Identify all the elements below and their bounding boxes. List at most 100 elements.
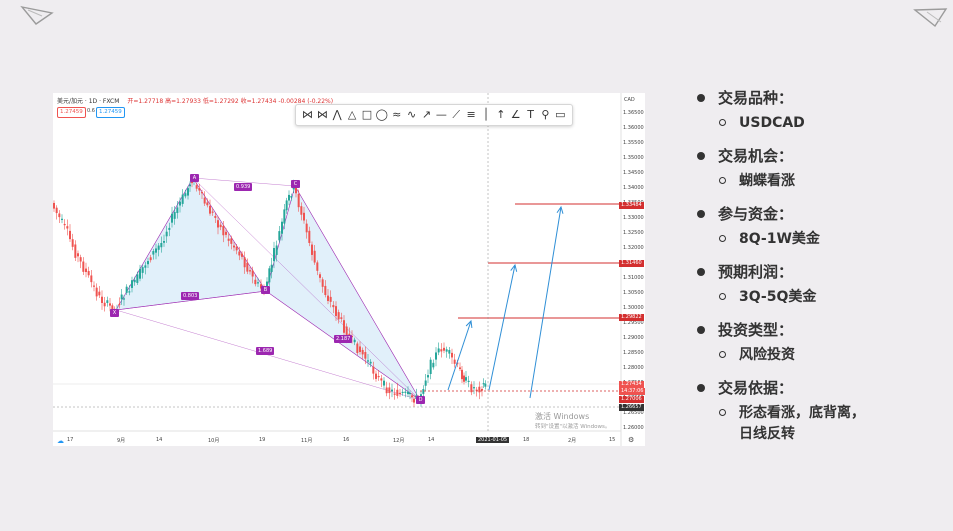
bullet-dot-icon	[697, 267, 705, 276]
candle-body	[288, 194, 290, 201]
candle-body	[74, 244, 77, 258]
candle-body	[391, 389, 393, 392]
time-axis-label: 9月	[117, 438, 126, 444]
candle-body	[297, 193, 300, 208]
price-axis-label: 1.34500	[623, 170, 644, 176]
candle-body	[340, 317, 343, 319]
candle-body	[155, 248, 157, 253]
candle-body	[451, 352, 453, 358]
abcd-pattern-icon[interactable]: ⋀	[330, 108, 344, 122]
candle-body	[484, 383, 487, 387]
text-icon[interactable]: T	[524, 108, 538, 122]
point-d-label: D	[416, 396, 425, 404]
trend-line-icon[interactable]: ⟋	[449, 108, 463, 122]
candle-body	[90, 275, 93, 283]
info-value: 3Q-5Q美金	[739, 289, 817, 305]
candle-body	[103, 302, 106, 307]
buy-price-button[interactable]: 1.27459	[96, 107, 125, 118]
corner-logo-right	[913, 8, 948, 28]
candle-body	[257, 282, 259, 284]
xabcd-pattern-icon[interactable]: ⋈	[300, 108, 314, 122]
candle-body	[443, 347, 445, 351]
price-axis-label: 1.34000	[623, 185, 644, 191]
chart-canvas[interactable]	[53, 93, 645, 446]
countdown-tag: 14:37:06	[619, 388, 646, 395]
candle-body	[283, 209, 286, 224]
ellipse-icon[interactable]: ◯	[375, 108, 389, 122]
candle-body	[324, 285, 327, 296]
candle-body	[219, 224, 222, 228]
candle-body	[176, 207, 179, 214]
angle-icon[interactable]: ∠	[509, 108, 523, 122]
path-icon[interactable]: ∿	[405, 108, 419, 122]
info-value: 风险投资	[739, 347, 795, 363]
candle-body	[230, 238, 233, 244]
candle-body	[300, 206, 303, 215]
info-value-row-0: USDCAD	[697, 112, 947, 141]
candle-body	[157, 245, 160, 250]
candle-body	[327, 295, 329, 301]
candle-body	[77, 253, 79, 257]
candle-body	[337, 312, 340, 320]
tradingview-logo-icon: ☁	[57, 437, 64, 445]
time-axis-label: 14	[156, 437, 163, 443]
candle-body	[445, 349, 448, 352]
triangle-pattern-icon[interactable]: △	[345, 108, 359, 122]
candle-body	[243, 257, 246, 268]
bullet-circle-icon	[719, 177, 726, 184]
chart-panel[interactable]	[53, 93, 645, 446]
info-value: 形态看涨，底背离， 日线反转	[739, 405, 865, 442]
sell-price-button[interactable]: 1.27459	[57, 107, 86, 118]
candle-body	[329, 296, 332, 302]
target1-price-tag: 1.29822	[619, 314, 644, 321]
ratio-abc: 0.939	[234, 183, 253, 191]
ratio-xab: 0.803	[181, 292, 200, 300]
candle-body	[165, 231, 168, 237]
callout-icon[interactable]: ▭	[553, 108, 567, 122]
candle-body	[369, 361, 372, 364]
candle-body	[144, 265, 147, 268]
candle-body	[82, 261, 85, 272]
trade-info-list: 交易品种： USDCAD 交易机会： 蝴蝶看涨 参与资金： 8Q-1W美金 预期利润： 3Q-…	[697, 83, 947, 445]
ray-icon[interactable]: ↗	[419, 108, 433, 122]
cypher-pattern-icon[interactable]: ⋈	[315, 108, 329, 122]
candle-body	[437, 348, 440, 353]
info-label: 交易依据：	[718, 379, 794, 397]
candle-body	[133, 279, 136, 283]
fib-retracement-icon[interactable]: ≡	[464, 108, 478, 122]
candle-body	[238, 251, 241, 256]
bullet-circle-icon	[719, 409, 726, 416]
note-icon[interactable]: ⚲	[538, 108, 552, 122]
price-axis-label: 1.35000	[623, 155, 644, 161]
horizontal-line-icon[interactable]: —	[434, 108, 448, 122]
info-value-row-2: 8Q-1W美金	[697, 228, 947, 257]
candle-body	[58, 213, 61, 218]
info-value: 蝴蝶看涨	[739, 173, 795, 189]
crosshair-price-tag: 1.26657	[619, 404, 644, 411]
candle-body	[131, 280, 133, 288]
time-axis-label: 12月	[393, 438, 405, 444]
arrow-icon[interactable]: ↑	[494, 108, 508, 122]
time-axis-label: 16	[343, 437, 350, 443]
candle-body	[270, 264, 273, 272]
time-axis-label: 19	[259, 437, 266, 443]
candle-body	[214, 215, 217, 218]
settings-gear-icon[interactable]: ⚙	[628, 436, 634, 444]
candle-body	[308, 230, 311, 243]
info-value: 8Q-1W美金	[739, 231, 820, 247]
candle-body	[321, 279, 324, 287]
bullet-dot-icon	[697, 93, 705, 102]
ratio-bcd: 2.187	[334, 335, 353, 343]
candle-body	[313, 250, 316, 263]
price-axis-label: 1.32500	[623, 230, 644, 236]
drawing-toolbar: ⋈ ⋈ ⋀ △ □ ◯ ≈ ∿ ↗ — ⟋ ≡ │ ↑ ∠ T ⚲ ▭	[295, 104, 573, 126]
candle-body	[195, 185, 198, 189]
vertical-line-icon[interactable]: │	[479, 108, 493, 122]
candle-body	[149, 257, 152, 261]
candle-body	[128, 291, 131, 293]
candle-body	[319, 274, 321, 278]
symbol-label[interactable]: 美元/加元 · 1D · FXCM	[57, 98, 119, 105]
brush-icon[interactable]: ≈	[390, 108, 404, 122]
rectangle-icon[interactable]: □	[360, 108, 374, 122]
price-axis-label: 1.30500	[623, 290, 644, 296]
